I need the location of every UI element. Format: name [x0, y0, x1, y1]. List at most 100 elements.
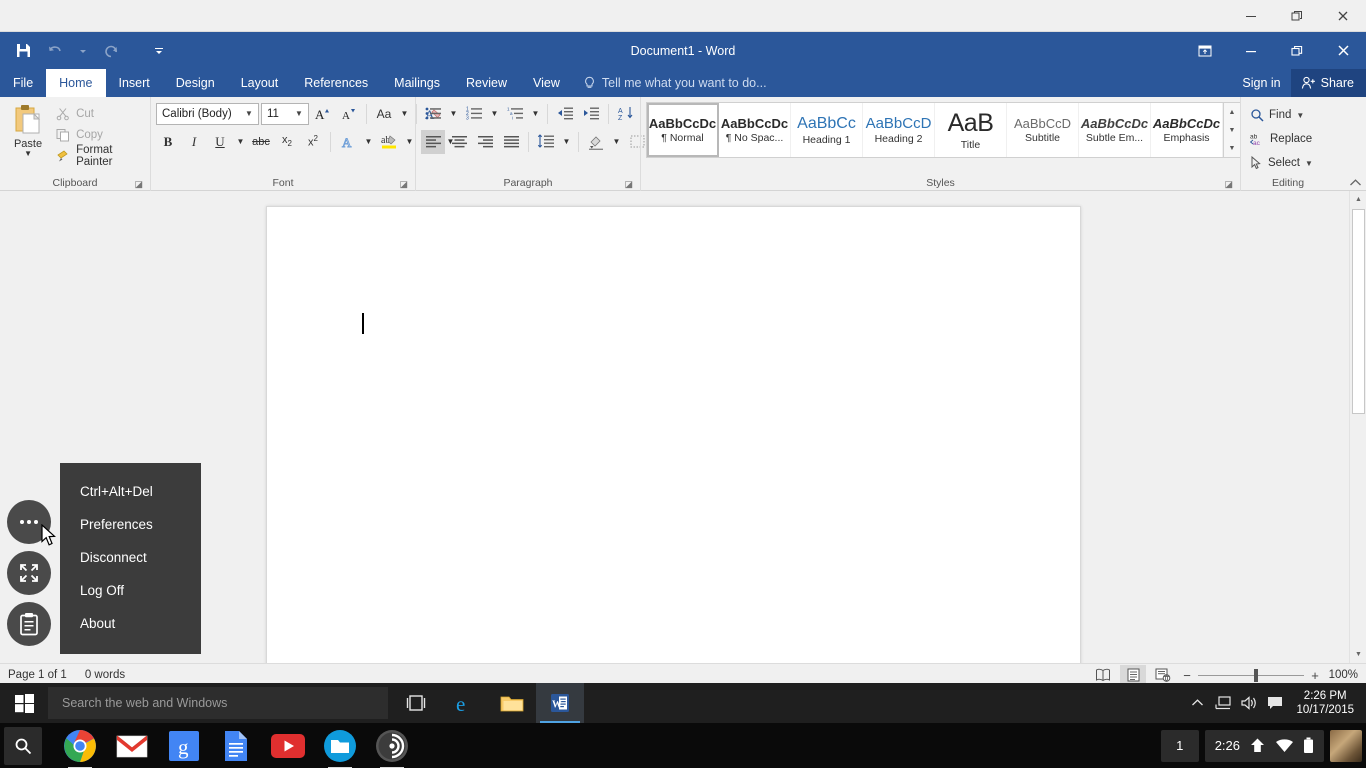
- google-chrome-icon[interactable]: [60, 726, 100, 768]
- document-canvas[interactable]: ▲ ▼: [0, 191, 1366, 663]
- font-name-caret-icon[interactable]: ▼: [242, 109, 256, 118]
- paragraph-dialog-launcher[interactable]: ◪: [624, 179, 633, 190]
- tab-review[interactable]: Review: [453, 69, 520, 97]
- shading-caret-icon[interactable]: ▼: [610, 130, 623, 154]
- text-highlight-color-button[interactable]: ab: [377, 130, 401, 154]
- fullscreen-fab[interactable]: [7, 551, 51, 595]
- tab-design[interactable]: Design: [163, 69, 228, 97]
- paste-button[interactable]: Paste ▼: [5, 101, 51, 158]
- style-heading-2[interactable]: AaBbCcD Heading 2: [863, 103, 935, 157]
- underline-button[interactable]: U: [208, 130, 232, 154]
- file-explorer-button[interactable]: [488, 683, 536, 723]
- host-minimize-button[interactable]: [1228, 0, 1274, 32]
- font-dialog-launcher[interactable]: ◪: [399, 179, 408, 190]
- text-effects-caret-icon[interactable]: ▼: [362, 130, 375, 154]
- increase-indent-button[interactable]: [579, 102, 603, 126]
- justify-button[interactable]: [499, 130, 523, 154]
- select-caret-icon[interactable]: ▼: [1305, 159, 1313, 168]
- taskbar-clock[interactable]: 2:26 PM 10/17/2015: [1288, 683, 1366, 723]
- cut-button[interactable]: Cut: [51, 103, 145, 124]
- menu-item-log-off[interactable]: Log Off: [60, 574, 201, 607]
- tell-me-search-box[interactable]: Tell me what you want to do...: [573, 69, 777, 97]
- find-caret-icon[interactable]: ▼: [1296, 111, 1304, 120]
- document-page[interactable]: [266, 206, 1081, 663]
- styles-scroll-down-button[interactable]: ▼: [1224, 121, 1240, 139]
- find-button[interactable]: Find ▼: [1246, 103, 1308, 127]
- page-indicator[interactable]: Page 1 of 1: [8, 669, 67, 681]
- tab-insert[interactable]: Insert: [106, 69, 163, 97]
- word-minimize-button[interactable]: [1228, 32, 1274, 69]
- underline-caret-icon[interactable]: ▼: [234, 130, 247, 154]
- host-close-button[interactable]: [1320, 0, 1366, 32]
- word-close-button[interactable]: [1320, 32, 1366, 69]
- ribbon-display-options-button[interactable]: [1182, 32, 1228, 69]
- styles-scroll-up-button[interactable]: ▲: [1224, 103, 1240, 121]
- decrease-indent-button[interactable]: [553, 102, 577, 126]
- share-button[interactable]: Share: [1290, 69, 1366, 97]
- multilevel-list-button[interactable]: 1 a i: [503, 102, 527, 126]
- style-subtitle[interactable]: AaBbCcD Subtitle: [1007, 103, 1079, 157]
- google-docs-icon[interactable]: [216, 726, 256, 766]
- gmail-icon[interactable]: [112, 726, 152, 766]
- window-count-badge[interactable]: 1: [1160, 729, 1199, 762]
- google-search-icon[interactable]: g: [164, 726, 204, 766]
- change-case-button[interactable]: Aa: [372, 102, 396, 126]
- scroll-down-button[interactable]: ▼: [1350, 646, 1366, 663]
- collapse-ribbon-button[interactable]: [1349, 178, 1362, 188]
- web-layout-button[interactable]: [1150, 665, 1176, 685]
- replace-button[interactable]: ab ac Replace: [1246, 127, 1316, 151]
- read-mode-button[interactable]: [1090, 665, 1116, 685]
- select-button[interactable]: Select ▼: [1246, 151, 1317, 175]
- align-left-button[interactable]: [421, 129, 445, 154]
- font-size-combo[interactable]: 11 ▼: [261, 102, 309, 125]
- start-button[interactable]: [0, 683, 48, 723]
- menu-item-about[interactable]: About: [60, 607, 201, 640]
- word-restore-button[interactable]: [1274, 32, 1320, 69]
- text-effects-button[interactable]: A: [336, 130, 360, 154]
- taskbar-search-box[interactable]: Search the web and Windows: [48, 687, 388, 719]
- document-vertical-scrollbar[interactable]: ▲ ▼: [1349, 191, 1366, 663]
- superscript-button[interactable]: x2: [301, 130, 325, 154]
- network-icon[interactable]: [1210, 683, 1236, 723]
- sort-button[interactable]: A Z: [614, 102, 638, 126]
- sign-in-link[interactable]: Sign in: [1232, 76, 1290, 90]
- chrome-remote-desktop-icon[interactable]: [372, 726, 412, 768]
- font-size-caret-icon[interactable]: ▼: [292, 109, 306, 118]
- tab-file[interactable]: File: [0, 69, 47, 97]
- shading-button[interactable]: [584, 130, 608, 154]
- line-spacing-caret-icon[interactable]: ▼: [560, 130, 573, 154]
- host-restore-button[interactable]: [1274, 0, 1320, 32]
- tab-mailings[interactable]: Mailings: [381, 69, 453, 97]
- scrollbar-thumb[interactable]: [1352, 209, 1365, 414]
- microsoft-edge-button[interactable]: e: [440, 683, 488, 723]
- style-normal[interactable]: AaBbCcDc ¶ Normal: [647, 103, 719, 157]
- zoom-slider-handle[interactable]: [1254, 668, 1258, 682]
- scroll-up-button[interactable]: ▲: [1350, 191, 1366, 208]
- styles-dialog-launcher[interactable]: ◪: [1224, 179, 1233, 190]
- paste-dropdown-caret-icon[interactable]: ▼: [24, 150, 32, 158]
- menu-item-disconnect[interactable]: Disconnect: [60, 541, 201, 574]
- files-icon[interactable]: [320, 726, 360, 768]
- bullets-button[interactable]: [421, 102, 445, 126]
- style-title[interactable]: AaB Title: [935, 103, 1007, 157]
- clipboard-dialog-launcher[interactable]: ◪: [134, 179, 143, 190]
- youtube-icon[interactable]: [268, 726, 308, 766]
- numbering-caret-icon[interactable]: ▼: [488, 102, 501, 126]
- change-case-caret-icon[interactable]: ▼: [398, 102, 411, 126]
- style-subtle-emphasis[interactable]: AaBbCcDc Subtle Em...: [1079, 103, 1151, 157]
- tab-references[interactable]: References: [291, 69, 381, 97]
- italic-button[interactable]: I: [182, 130, 206, 154]
- shrink-font-button[interactable]: A: [337, 102, 361, 126]
- tab-home[interactable]: Home: [46, 69, 106, 97]
- print-layout-button[interactable]: [1120, 665, 1146, 685]
- microsoft-word-button[interactable]: W: [536, 683, 584, 723]
- zoom-level-label[interactable]: 100%: [1326, 669, 1360, 681]
- menu-item-preferences[interactable]: Preferences: [60, 508, 201, 541]
- action-center-icon[interactable]: [1262, 683, 1288, 723]
- zoom-out-button[interactable]: −: [1180, 668, 1194, 683]
- numbering-button[interactable]: 1 2 3: [462, 102, 486, 126]
- copy-button[interactable]: Copy: [51, 124, 145, 145]
- shelf-status-tray[interactable]: 2:26: [1204, 729, 1324, 762]
- style-heading-1[interactable]: AaBbCс Heading 1: [791, 103, 863, 157]
- clipboard-fab[interactable]: [7, 602, 51, 646]
